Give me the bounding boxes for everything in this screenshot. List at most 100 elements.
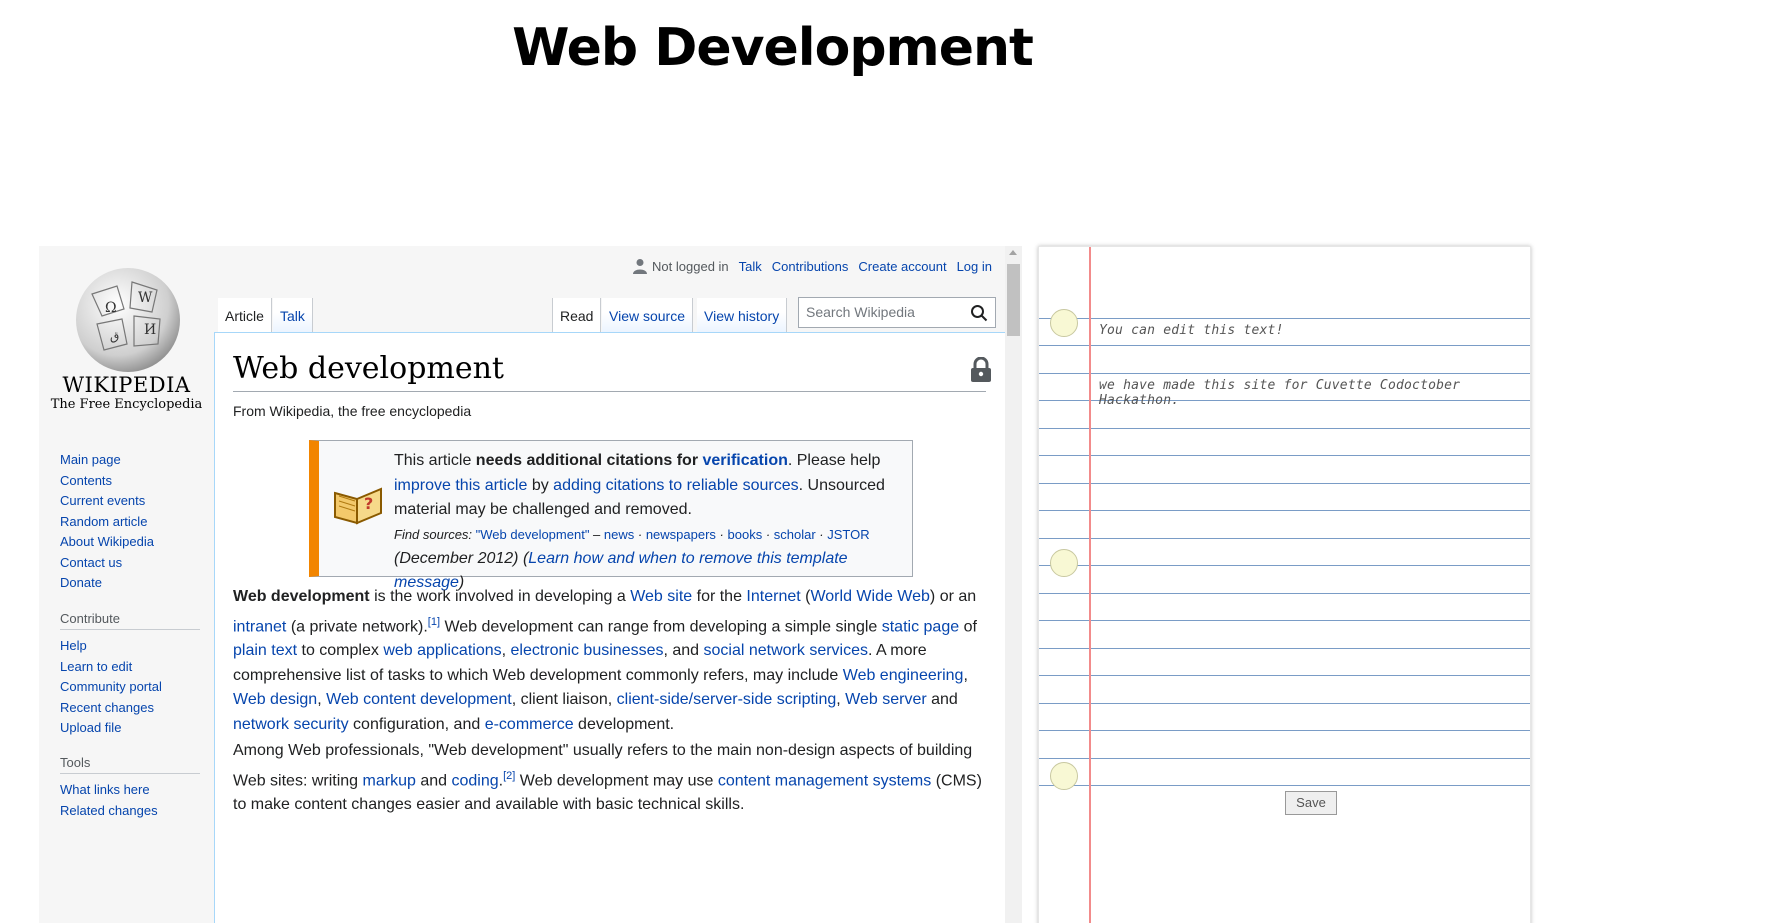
svg-text:ق: ق [110, 329, 119, 343]
find-books-link[interactable]: books [728, 527, 763, 542]
notebook-editor[interactable]: You can edit this text! we have made thi… [1038, 246, 1531, 923]
wikipedia-logo[interactable]: Ω W И ق Wikipedia The Free Encyclopedia [39, 246, 214, 416]
ruled-line [1039, 565, 1530, 566]
text: , and [663, 642, 704, 660]
ruled-line [1039, 730, 1530, 731]
tab-article-label: Article [225, 308, 264, 324]
link-web-server[interactable]: Web server [845, 691, 927, 708]
text: ) or an [929, 588, 977, 605]
wikipedia-frame: Ω W И ق Wikipedia The Free Encyclopedia … [39, 246, 1022, 923]
text: , [836, 691, 846, 709]
scroll-up-arrow-icon[interactable] [1009, 250, 1017, 255]
article-paragraph-1: Web development is the work involved in … [233, 585, 988, 737]
find-jstor-link[interactable]: JSTOR [827, 527, 869, 542]
article-paragraph-2: Among Web professionals, "Web developmen… [233, 739, 988, 818]
sidebar-item-upload-file[interactable]: Upload file [60, 718, 200, 739]
citation-2[interactable]: [2] [503, 770, 515, 782]
sidebar-item-main-page[interactable]: Main page [60, 450, 200, 471]
find-scholar-link[interactable]: scholar [774, 527, 816, 542]
ruled-line [1039, 538, 1530, 539]
scrollbar-thumb[interactable] [1007, 264, 1020, 336]
editable-text-line-1[interactable]: You can edit this text! [1099, 323, 1284, 338]
sidebar-item-related-changes[interactable]: Related changes [60, 801, 200, 822]
tab-article[interactable]: Article [218, 298, 272, 334]
sidebar-item-contact-us[interactable]: Contact us [60, 553, 200, 574]
wikipedia-tagline: The Free Encyclopedia [50, 397, 203, 412]
sidebar-item-donate[interactable]: Donate [60, 573, 200, 594]
text: and [415, 771, 452, 789]
sidebar-item-help[interactable]: Help [60, 636, 200, 657]
link-intranet[interactable]: intranet [233, 618, 286, 635]
link-electronic-businesses[interactable]: electronic businesses [511, 642, 664, 659]
binder-hole [1050, 309, 1078, 337]
link-web-site[interactable]: Web site [630, 588, 692, 605]
binder-hole [1050, 549, 1078, 577]
editable-text-line-2[interactable]: we have made this site for Cuvette Codoc… [1099, 378, 1530, 408]
link-social-network-services[interactable]: social network services [704, 642, 869, 659]
citation-1[interactable]: [1] [428, 616, 440, 628]
text: Web development may use [515, 771, 718, 789]
link-internet[interactable]: Internet [746, 588, 800, 605]
search-icon[interactable] [970, 304, 988, 322]
link-web-design[interactable]: Web design [233, 691, 317, 708]
svg-text:И: И [144, 322, 156, 338]
find-news-link[interactable]: news [604, 527, 634, 542]
improve-article-link[interactable]: improve this article [394, 477, 527, 494]
lock-icon[interactable] [970, 357, 992, 383]
ruled-line [1039, 648, 1530, 649]
sidebar-item-learn-to-edit[interactable]: Learn to edit [60, 657, 200, 678]
user-talk-link[interactable]: Talk [739, 259, 762, 274]
text: of [959, 617, 977, 635]
find-query-link[interactable]: "Web development" [476, 527, 590, 542]
sidebar-item-about-wikipedia[interactable]: About Wikipedia [60, 532, 200, 553]
notice-strong: needs additional citations for [475, 452, 703, 469]
wikipedia-scrollbar[interactable] [1005, 246, 1022, 923]
tab-talk-label: Talk [280, 308, 305, 324]
user-contributions-link[interactable]: Contributions [772, 259, 849, 274]
sidebar-item-community-portal[interactable]: Community portal [60, 677, 200, 698]
link-coding[interactable]: coding [451, 772, 498, 789]
link-e-commerce[interactable]: e-commerce [485, 716, 574, 733]
wikipedia-globe-icon: Ω W И ق [76, 268, 180, 372]
wikipedia-wordmark: Wikipedia [62, 373, 191, 397]
book-question-icon: ? [334, 487, 382, 525]
save-button[interactable]: Save [1285, 791, 1337, 815]
binder-hole [1050, 762, 1078, 790]
link-cms[interactable]: content management systems [718, 772, 931, 789]
find-newspapers-link[interactable]: newspapers [646, 527, 716, 542]
text: to complex [297, 642, 384, 660]
tab-read[interactable]: Read [552, 298, 602, 334]
tab-view-source[interactable]: View source [602, 298, 694, 334]
link-scripting[interactable]: client-side/server-side scripting [617, 691, 837, 708]
link-world-wide-web[interactable]: World Wide Web [810, 588, 929, 605]
link-web-applications[interactable]: web applications [383, 642, 501, 659]
tab-talk[interactable]: Talk [273, 298, 313, 334]
link-plain-text[interactable]: plain text [233, 642, 297, 659]
sidebar-item-what-links-here[interactable]: What links here [60, 780, 200, 801]
sidebar-item-random-article[interactable]: Random article [60, 512, 200, 533]
link-static-page[interactable]: static page [882, 618, 959, 635]
text: , [501, 642, 511, 660]
search-input[interactable]: Search Wikipedia [798, 297, 996, 328]
user-links: Not logged in Talk Contributions Create … [633, 258, 992, 274]
link-network-security[interactable]: network security [233, 716, 349, 733]
link-web-content-development[interactable]: Web content development [326, 691, 512, 708]
text: development. [573, 715, 675, 733]
link-web-engineering[interactable]: Web engineering [843, 667, 964, 684]
tab-view-history[interactable]: View history [697, 298, 788, 334]
verification-link[interactable]: verification [703, 452, 788, 469]
article-title: Web development [233, 351, 504, 386]
sidebar-item-contents[interactable]: Contents [60, 471, 200, 492]
sidebar-item-recent-changes[interactable]: Recent changes [60, 698, 200, 719]
ruled-line [1039, 593, 1530, 594]
link-markup[interactable]: markup [363, 772, 416, 789]
text: is the work involved in developing a [369, 588, 631, 605]
sidebar-item-current-events[interactable]: Current events [60, 491, 200, 512]
ruled-line [1039, 345, 1530, 346]
citation-notice: ? This article needs additional citation… [309, 440, 913, 591]
log-in-link[interactable]: Log in [957, 259, 992, 274]
create-account-link[interactable]: Create account [858, 259, 946, 274]
ruled-line [1039, 758, 1530, 759]
ruled-line [1039, 703, 1530, 704]
adding-citations-link[interactable]: adding citations to reliable sources [553, 477, 798, 494]
